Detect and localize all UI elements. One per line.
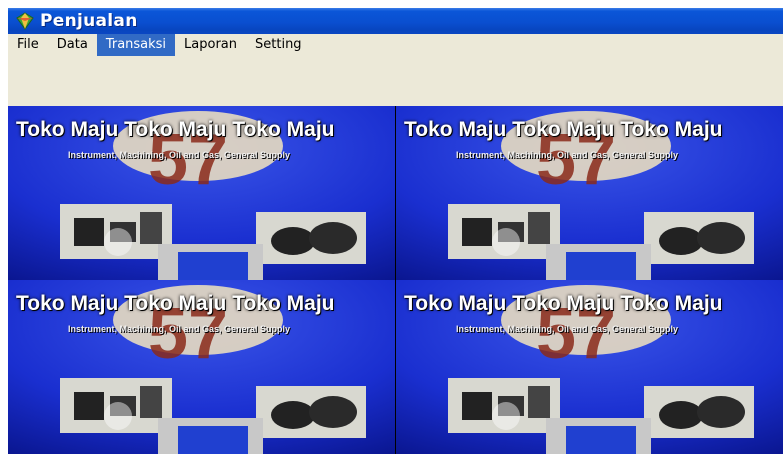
menu-file[interactable]: File bbox=[8, 34, 48, 56]
menu-setting[interactable]: Setting bbox=[246, 34, 311, 56]
toolbar-area bbox=[8, 56, 783, 106]
banner-tagline: Instrument, Machining, Oil and Gas, Gene… bbox=[456, 324, 679, 334]
banner-heading: Toko Maju Toko Maju Toko Maju bbox=[16, 292, 335, 315]
gem-icon bbox=[16, 12, 34, 30]
banner-tile-2: 57 Toko Maju Toko Maju Toko Maju Instrum… bbox=[396, 106, 783, 280]
window-title: Penjualan bbox=[40, 11, 138, 31]
banner-tile-1: 57 Toko Maju Toko Maju Toko Maju Instrum… bbox=[8, 106, 395, 280]
banner-tagline: Instrument, Machining, Oil and Gas, Gene… bbox=[68, 324, 291, 334]
menu-transaksi[interactable]: Transaksi bbox=[96, 34, 176, 56]
menu-bar: File Data Transaksi Laporan Setting bbox=[8, 34, 783, 56]
menu-laporan[interactable]: Laporan bbox=[175, 34, 246, 56]
banner-tile-4: 57 Toko Maju Toko Maju Toko Maju Instrum… bbox=[396, 280, 783, 454]
title-bar[interactable]: Penjualan bbox=[8, 8, 783, 34]
banner-heading: Toko Maju Toko Maju Toko Maju bbox=[404, 118, 723, 141]
banner-grid: 57 Toko Maju Toko Maju Toko Maju Instrum… bbox=[8, 106, 783, 454]
menu-data[interactable]: Data bbox=[48, 34, 97, 56]
banner-heading: Toko Maju Toko Maju Toko Maju bbox=[16, 118, 335, 141]
banner-tagline: Instrument, Machining, Oil and Gas, Gene… bbox=[68, 150, 291, 160]
banner-heading: Toko Maju Toko Maju Toko Maju bbox=[404, 292, 723, 315]
banner-tagline: Instrument, Machining, Oil and Gas, Gene… bbox=[456, 150, 679, 160]
banner-tile-3: 57 Toko Maju Toko Maju Toko Maju Instrum… bbox=[8, 280, 395, 454]
